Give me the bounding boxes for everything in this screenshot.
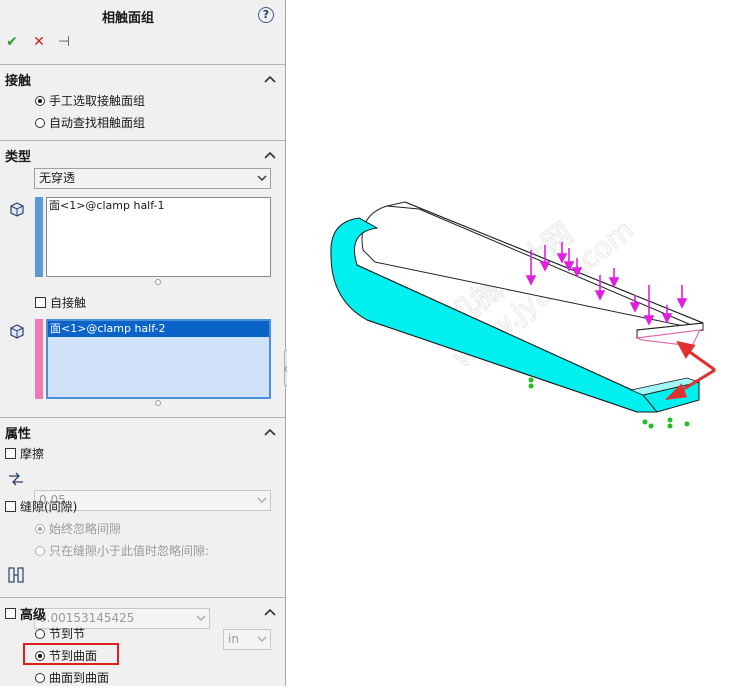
advanced-section-title: 高级 xyxy=(20,608,47,623)
chevron-down-icon xyxy=(257,175,267,181)
gap-value: 0.00153145425 xyxy=(39,611,135,625)
graphics-viewport[interactable]: 机械设计网 www.jyage.com xyxy=(287,0,746,686)
divider xyxy=(0,140,285,141)
radio-surface-to-surface[interactable]: 曲面到曲面 xyxy=(35,669,109,686)
model-view[interactable]: 机械设计网 www.jyage.com xyxy=(287,0,746,686)
divider xyxy=(0,64,285,65)
checkbox-label: 摩擦 xyxy=(20,447,45,461)
radio-label: 手工选取接触面组 xyxy=(49,94,146,108)
radio-label: 自动查找相触面组 xyxy=(49,116,146,130)
face-set1-icon xyxy=(10,202,24,217)
chevron-down-icon xyxy=(196,615,206,621)
radio-icon xyxy=(35,523,45,534)
gap-unit-select[interactable]: in xyxy=(223,629,271,650)
checkbox-label: 缝隙(间隙) xyxy=(20,500,78,514)
gap-unit: in xyxy=(228,632,239,646)
help-icon[interactable]: ? xyxy=(258,7,274,23)
set2-color-bar xyxy=(35,319,43,399)
friction-checkbox[interactable]: 摩擦 xyxy=(5,445,44,462)
panel-title: 相触面组 xyxy=(101,11,154,26)
chevron-down-icon xyxy=(257,497,267,503)
radio-label: 只在缝隙小于此值时忽略间隙: xyxy=(49,544,210,558)
radio-label: 节到曲面 xyxy=(49,649,98,663)
checkbox-icon xyxy=(5,501,16,512)
set1-face-list[interactable]: 面<1>@clamp half-1 xyxy=(46,197,271,277)
advanced-checkbox[interactable]: 高级 xyxy=(5,604,46,623)
properties-section-title: 属性 xyxy=(5,427,32,442)
radio-auto-find[interactable]: 自动查找相触面组 xyxy=(35,114,145,131)
chevron-down-icon xyxy=(257,636,267,642)
radio-ignore-gap-below[interactable]: 只在缝隙小于此值时忽略间隙: xyxy=(35,542,209,559)
radio-node-to-node[interactable]: 节到节 xyxy=(35,625,85,642)
resize-grip-icon[interactable] xyxy=(155,279,161,285)
resize-grip-icon[interactable] xyxy=(155,400,161,406)
radio-label: 曲面到曲面 xyxy=(49,671,110,685)
radio-icon xyxy=(35,650,45,661)
self-contact-checkbox[interactable]: 自接触 xyxy=(35,294,86,311)
friction-icon xyxy=(9,472,23,486)
checkbox-label: 自接触 xyxy=(50,296,87,310)
gap-checkbox[interactable]: 缝隙(间隙) xyxy=(5,498,77,515)
radio-node-to-surface[interactable]: 节到曲面 xyxy=(35,647,97,664)
checkbox-icon xyxy=(35,297,46,308)
checkbox-icon xyxy=(5,608,16,619)
gap-icon xyxy=(8,567,24,583)
radio-label: 始终忽略间隙 xyxy=(49,522,122,536)
checkbox-icon xyxy=(5,448,16,459)
pin-button[interactable]: ⊣ xyxy=(56,34,72,50)
collapse-chevron-icon[interactable] xyxy=(263,149,277,161)
radio-icon xyxy=(35,672,45,683)
divider xyxy=(0,597,285,598)
collapse-chevron-icon[interactable] xyxy=(263,73,277,85)
ok-button[interactable]: ✔ xyxy=(4,34,20,50)
property-manager: 相触面组 ? ✔ ✕ ⊣ 接触 手工选取接触面组 自动查找相触面组 类型 无穿透… xyxy=(0,0,286,686)
radio-icon xyxy=(35,545,45,556)
contact-type-select[interactable]: 无穿透 xyxy=(34,168,271,189)
radio-label: 节到节 xyxy=(49,627,86,641)
collapse-chevron-icon[interactable] xyxy=(263,426,277,438)
type-section-title: 类型 xyxy=(5,150,32,165)
face-set2-icon xyxy=(10,324,24,339)
list-item[interactable]: 面<1>@clamp half-1 xyxy=(47,198,270,214)
list-item[interactable]: 面<1>@clamp half-2 xyxy=(48,321,269,337)
radio-icon xyxy=(35,628,45,639)
radio-icon xyxy=(35,117,45,128)
radio-manual-select[interactable]: 手工选取接触面组 xyxy=(35,92,145,109)
set1-color-bar xyxy=(35,197,43,277)
contact-section-title: 接触 xyxy=(5,74,32,89)
cancel-button[interactable]: ✕ xyxy=(31,34,47,50)
collapse-chevron-icon[interactable] xyxy=(263,606,277,618)
set2-face-list[interactable]: 面<1>@clamp half-2 xyxy=(46,319,271,399)
radio-always-ignore-gap[interactable]: 始终忽略间隙 xyxy=(35,520,121,537)
radio-icon xyxy=(35,95,45,106)
divider xyxy=(0,417,285,418)
contact-type-value: 无穿透 xyxy=(39,171,76,185)
